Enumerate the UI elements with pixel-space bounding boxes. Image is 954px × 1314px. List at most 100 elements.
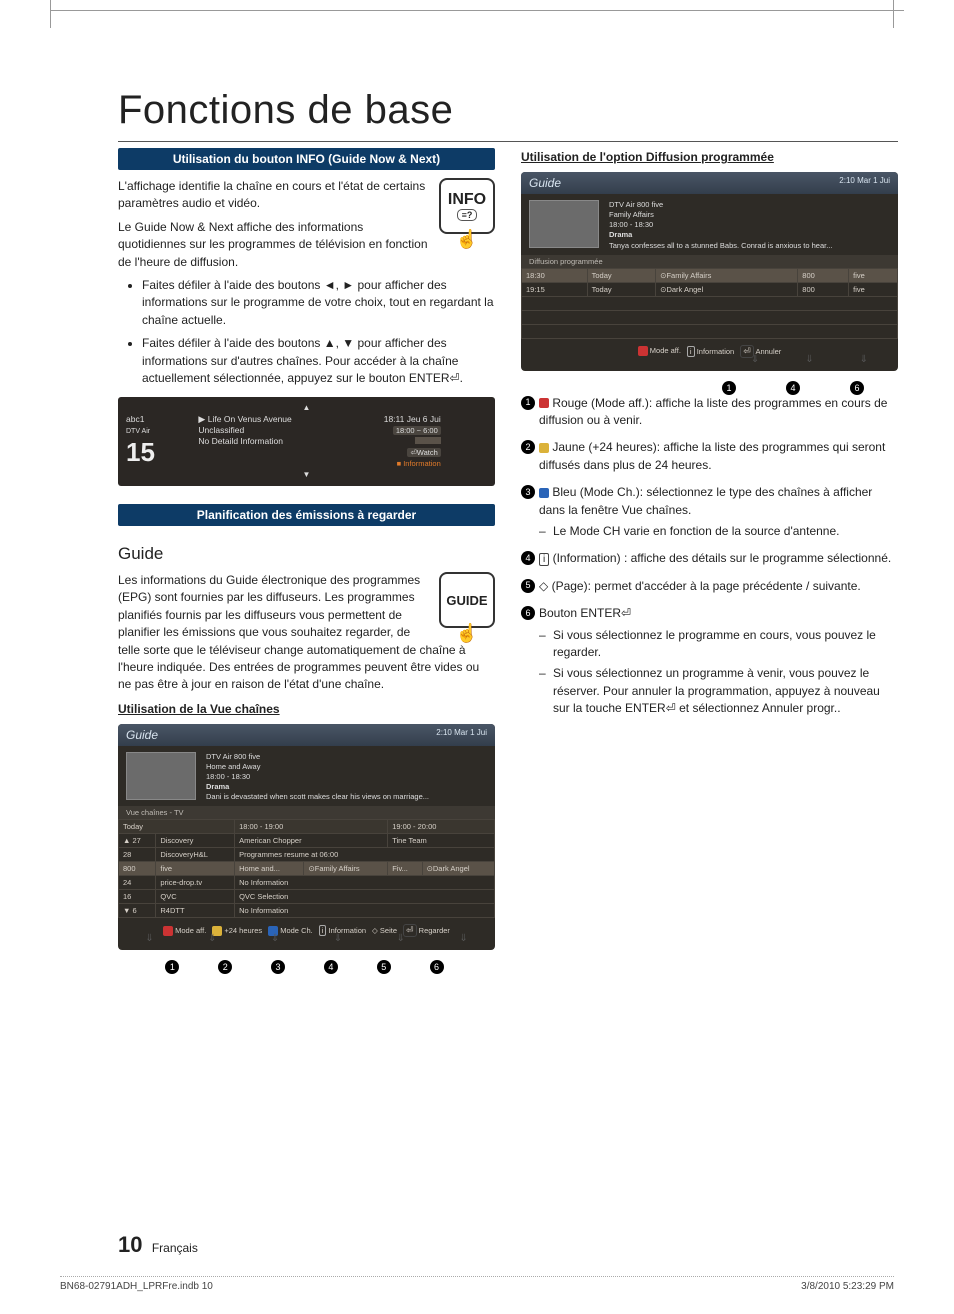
lead: (Information) — [553, 551, 621, 565]
sub-text: Le Mode CH varie en fonction de la sourc… — [539, 523, 898, 540]
hand-icon: ☝ — [456, 623, 478, 644]
service-label: DTV Air — [126, 428, 150, 435]
meta-line: DTV Air 800 five — [206, 752, 429, 762]
watch-button[interactable]: ⏎Watch — [407, 448, 440, 457]
preview-thumb — [126, 752, 196, 800]
section-bar-planning: Planification des émissions à regarder — [118, 504, 495, 526]
table-row — [522, 296, 898, 310]
guide-channels-view: Guide 2:10 Mar 1 Jui DTV Air 800 five Ho… — [118, 724, 495, 951]
meta-line: Home and Away — [206, 762, 429, 772]
footer-lang: Français — [152, 1241, 198, 1255]
table-row[interactable]: ▼ 6R4DTT No Information — [119, 904, 495, 918]
page: Fonctions de base Utilisation du bouton … — [0, 0, 954, 1314]
time-range: 18:00 ~ 6:00 — [393, 426, 441, 435]
guide-button-icon: GUIDE ☝ — [439, 572, 495, 628]
sub-text: Si vous sélectionnez le programme en cou… — [539, 627, 898, 662]
key-list: 1 Rouge (Mode aff.): affiche la liste de… — [521, 395, 898, 718]
scheduled-table: 18:30Today ⊙Family Affairs800five 19:15T… — [521, 268, 898, 339]
table-row[interactable]: ▲ 27Discovery American ChopperTine Team — [119, 834, 495, 848]
meta-line: 18:00 - 18:30 — [609, 220, 832, 230]
meta-line: Tanya confesses all to a stunned Babs. C… — [609, 241, 832, 251]
guide-meta: DTV Air 800 five Home and Away 18:00 - 1… — [206, 752, 429, 803]
legend-item[interactable]: Mode Ch. — [280, 926, 313, 935]
legend-item[interactable]: Mode aff. — [175, 926, 206, 935]
section-label: Diffusion programmée — [521, 255, 898, 268]
key-item-2: 2 Jaune (+24 heures): affiche la liste d… — [521, 439, 898, 474]
page-key-icon: ◇ — [539, 579, 548, 593]
key-item-4: 4 i (Information) : affiche des détails … — [521, 550, 898, 568]
diff-prog-title: Utilisation de l'option Diffusion progra… — [521, 150, 898, 164]
legend-numbers: 146 — [551, 381, 868, 395]
meta-line: Drama — [206, 782, 429, 792]
info-button-icon: INFO ≡? ☝ — [439, 178, 495, 234]
print-file: BN68-02791ADH_LPRFre.indb 10 — [60, 1281, 213, 1292]
meta-line: Family Affairs — [609, 210, 832, 220]
lead: Jaune (+24 heures): — [552, 440, 660, 454]
table-row[interactable]: 24price-drop.tv No Information — [119, 876, 495, 890]
sub-text: Si vous sélectionnez un programme à veni… — [539, 665, 898, 717]
clock: 18:11 Jeu 6 Jui — [384, 414, 441, 424]
legend-item[interactable]: Annuler — [755, 347, 781, 356]
legend-numbers: 123 456 — [148, 960, 465, 974]
table-row[interactable]: 16QVC QVC Selection — [119, 890, 495, 904]
section-label: Vue chaînes - TV — [118, 806, 495, 819]
program-title: Life On Venus Avenue — [208, 414, 292, 424]
crop-mark — [50, 10, 904, 12]
lead: (Page): — [552, 579, 591, 593]
legend-item[interactable]: Mode aff. — [650, 346, 681, 355]
list-item: Faites défiler à l'aide des boutons ◄, ►… — [142, 277, 495, 329]
text: permet d'accéder à la page précédente / … — [591, 579, 861, 593]
col-header: 19:00 - 20:00 — [388, 820, 495, 834]
key-item-1: 1 Rouge (Mode aff.): affiche la liste de… — [521, 395, 898, 430]
guide-clock: 2:10 Mar 1 Jui — [436, 728, 487, 742]
classification: Unclassified — [198, 425, 244, 435]
preview-thumb — [529, 200, 599, 248]
lead: Bouton ENTER⏎ — [539, 606, 631, 620]
text: : affiche des détails sur le programme s… — [621, 551, 892, 565]
col-header: Today — [119, 820, 235, 834]
guide-scheduled-view: Guide 2:10 Mar 1 Jui DTV Air 800 five Fa… — [521, 172, 898, 371]
table-row[interactable]: 28DiscoveryH&L Programmes resume at 06:0… — [119, 848, 495, 862]
section-bar-info: Utilisation du bouton INFO (Guide Now & … — [118, 148, 495, 170]
table-row[interactable]: 18:30Today ⊙Family Affairs800five — [522, 268, 898, 282]
table-row[interactable]: 800five Home and...⊙Family Affairs Fiv..… — [119, 862, 495, 876]
legend-item[interactable]: +24 heures — [224, 926, 262, 935]
hand-icon: ☝ — [456, 229, 478, 250]
table-row — [522, 324, 898, 338]
channel-name: abc1 — [126, 414, 144, 424]
key-item-6: 6 Bouton ENTER⏎ Si vous sélectionnez le … — [521, 605, 898, 717]
page-title: Fonctions de base — [118, 88, 894, 133]
table-row — [522, 310, 898, 324]
legend-item[interactable]: Regarder — [419, 926, 450, 935]
page-number: 10 — [118, 1232, 142, 1257]
meta-line: 18:00 - 18:30 — [206, 772, 429, 782]
lead: Rouge (Mode aff.): — [552, 396, 652, 410]
meta-line: Dani is devastated when scott makes clea… — [206, 792, 429, 802]
information-button[interactable]: Information — [403, 459, 441, 468]
print-timestamp: 3/8/2010 5:23:29 PM — [801, 1281, 894, 1292]
left-column: Utilisation du bouton INFO (Guide Now & … — [118, 148, 495, 974]
channel-number: 15 — [126, 436, 196, 470]
right-column: Utilisation de l'option Diffusion progra… — [521, 148, 898, 974]
guide-heading: Guide — [118, 544, 495, 564]
guide-icon-label: GUIDE — [446, 593, 487, 608]
vue-chaines-title: Utilisation de la Vue chaînes — [118, 702, 495, 716]
legend-item[interactable]: Information — [697, 347, 735, 356]
crop-mark — [50, 0, 51, 28]
guide-clock: 2:10 Mar 1 Jui — [839, 176, 890, 190]
guide-legend: Mode aff. +24 heures Mode Ch. i Informat… — [118, 918, 495, 937]
legend-item[interactable]: Seite — [380, 926, 397, 935]
remote-key-icon: ≡? — [457, 209, 478, 221]
col-header: 18:00 - 19:00 — [235, 820, 388, 834]
guide-title: Guide — [126, 728, 158, 742]
lead: Bleu (Mode Ch.): — [552, 485, 643, 499]
table-row[interactable]: 19:15Today ⊙Dark Angel800five — [522, 282, 898, 296]
guide-title: Guide — [529, 176, 561, 190]
info-icon-label: INFO — [448, 191, 486, 209]
key-item-5: 5 ◇ (Page): permet d'accéder à la page p… — [521, 578, 898, 595]
now-next-panel: ▲ abc1 DTV Air 15 ▶ Life On Venus Avenue… — [118, 397, 495, 486]
info-bullets: Faites défiler à l'aide des boutons ◄, ►… — [118, 277, 495, 387]
list-item: Faites défiler à l'aide des boutons ▲, ▼… — [142, 335, 495, 387]
crop-mark — [893, 0, 894, 28]
detail-info: No Detaild Information — [198, 436, 283, 446]
